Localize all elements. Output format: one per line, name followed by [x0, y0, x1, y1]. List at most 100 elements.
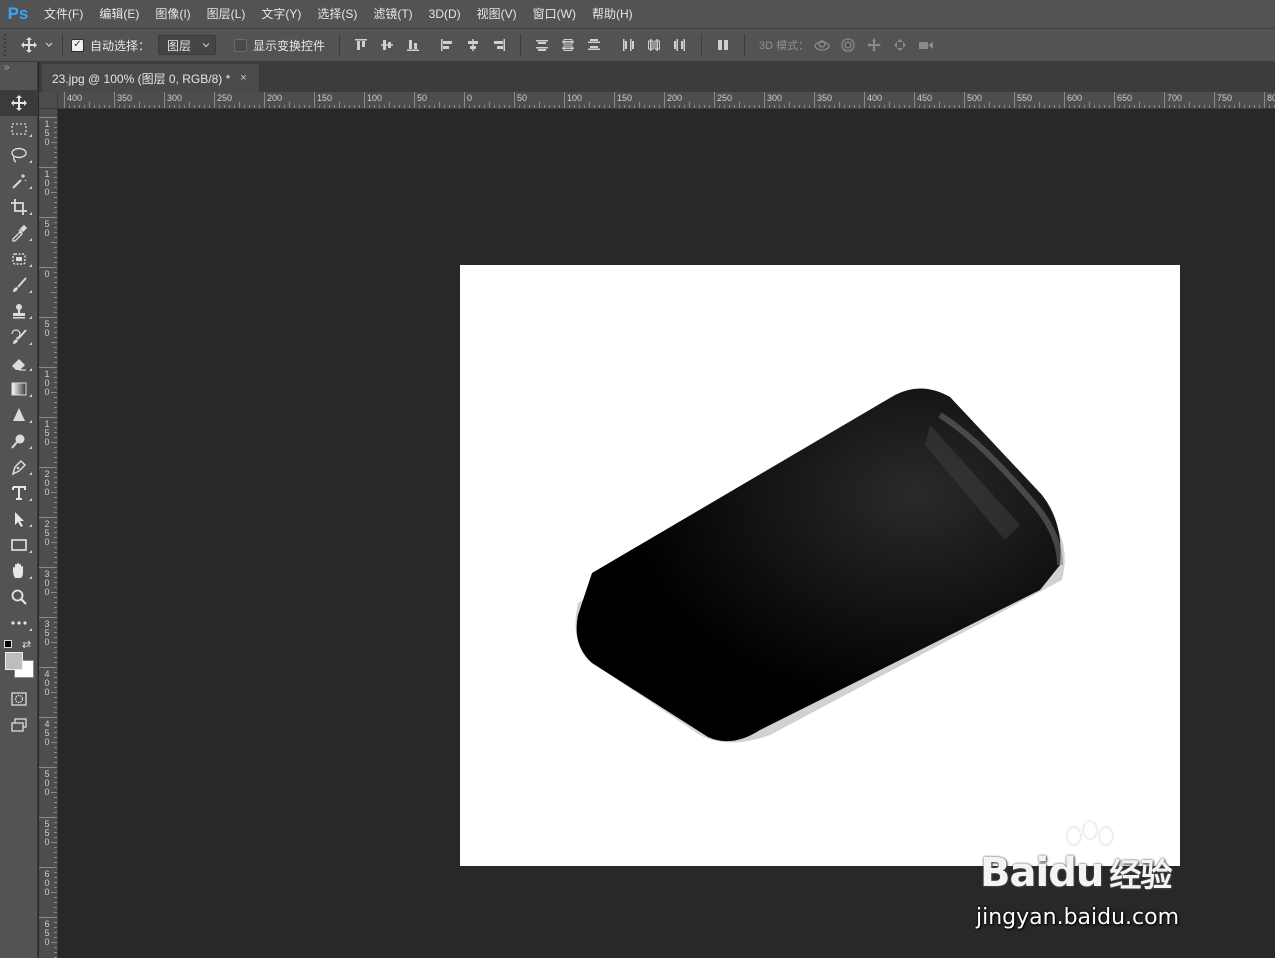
align-bottom-button[interactable]	[400, 33, 426, 57]
path-selection-tool[interactable]	[0, 506, 38, 532]
eraser-tool[interactable]	[0, 350, 38, 376]
align-right-button[interactable]	[486, 33, 512, 57]
distribute-horizontal-center-button[interactable]	[641, 33, 667, 57]
menu-3d[interactable]: 3D(D)	[421, 0, 469, 28]
menu-view[interactable]: 视图(V)	[469, 0, 525, 28]
show-transform-label: 显示变换控件	[253, 38, 326, 53]
more-tools[interactable]	[0, 610, 38, 636]
tool-preset-picker[interactable]	[20, 36, 54, 54]
3d-scale-button[interactable]	[913, 33, 939, 57]
menu-type[interactable]: 文字(Y)	[253, 0, 309, 28]
ruler-origin[interactable]	[39, 92, 58, 109]
ruler-label: 300	[767, 93, 783, 103]
ruler-label: 450	[44, 719, 50, 747]
distribute-vertical-center-button[interactable]	[555, 33, 581, 57]
screen-mode-icon	[11, 718, 27, 732]
ruler-minor-tick	[51, 892, 57, 893]
ruler-label: 650	[44, 919, 50, 947]
pen-icon	[11, 459, 27, 476]
type-tool[interactable]	[0, 480, 38, 506]
align-top-button[interactable]	[348, 33, 374, 57]
crop-tool[interactable]	[0, 194, 38, 220]
ruler-label: 200	[667, 93, 683, 103]
auto-select-checkbox[interactable]: ✓	[71, 38, 84, 52]
ruler-tick	[564, 92, 565, 108]
ruler-minor-tick	[51, 442, 57, 443]
eyedropper-tool[interactable]	[0, 220, 38, 246]
ruler-tick	[814, 92, 815, 108]
document-tab[interactable]: 23.jpg @ 100% (图层 0, RGB/8) * ×	[42, 64, 259, 92]
menu-edit[interactable]: 编辑(E)	[91, 0, 147, 28]
ruler-minor-tick	[51, 692, 57, 693]
menu-window[interactable]: 窗口(W)	[525, 0, 584, 28]
align-vertical-center-button[interactable]	[374, 33, 400, 57]
clone-stamp-tool[interactable]	[0, 298, 38, 324]
menu-filter[interactable]: 滤镜(T)	[365, 0, 420, 28]
arrow-pointer-icon	[15, 512, 24, 527]
swap-colors-icon[interactable]: ⇄	[22, 638, 31, 651]
3d-pan-button[interactable]	[861, 33, 887, 57]
ruler-label: 0	[467, 93, 473, 103]
lasso-tool[interactable]	[0, 142, 38, 168]
marquee-tool[interactable]	[0, 116, 38, 142]
align-horizontal-center-button[interactable]	[460, 33, 486, 57]
auto-align-layers-button[interactable]	[710, 33, 736, 57]
history-brush-tool[interactable]	[0, 324, 38, 350]
gradient-tool[interactable]	[0, 376, 38, 402]
auto-select-target-dropdown[interactable]: 图层	[158, 35, 217, 55]
zoom-tool[interactable]	[0, 584, 38, 610]
magic-wand-tool[interactable]	[0, 168, 38, 194]
dodge-tool[interactable]	[0, 428, 38, 454]
quick-mask-icon	[11, 692, 27, 706]
ruler-minor-tick	[51, 342, 57, 343]
align-left-button[interactable]	[434, 33, 460, 57]
menu-image[interactable]: 图像(I)	[147, 0, 198, 28]
ruler-minor-tick	[639, 102, 640, 108]
ruler-label: 250	[44, 519, 50, 547]
distribute-right-icon	[674, 39, 686, 51]
healing-brush-tool[interactable]	[0, 246, 38, 272]
distribute-top-button[interactable]	[529, 33, 555, 57]
menu-select[interactable]: 选择(S)	[309, 0, 365, 28]
ruler-tick	[39, 867, 57, 868]
document-canvas[interactable]	[460, 265, 1180, 866]
3d-roll-button[interactable]	[835, 33, 861, 57]
foreground-color-swatch[interactable]	[5, 652, 23, 670]
chevron-down-icon	[45, 42, 53, 47]
toolbar-collapse-icon[interactable]: »	[0, 62, 37, 90]
move-icon	[11, 95, 27, 111]
ruler-minor-tick	[51, 842, 57, 843]
ruler-minor-tick	[339, 102, 340, 108]
default-colors-icon[interactable]	[4, 640, 12, 648]
hand-tool[interactable]	[0, 558, 38, 584]
close-icon[interactable]: ×	[240, 72, 246, 84]
baidu-brand: Baidu 经验	[980, 850, 1172, 896]
menu-file[interactable]: 文件(F)	[36, 0, 91, 28]
ruler-label: 750	[1217, 93, 1233, 103]
show-transform-checkbox[interactable]	[234, 38, 248, 52]
brush-tool[interactable]	[0, 272, 38, 298]
options-grip[interactable]	[4, 34, 10, 56]
separator	[62, 34, 63, 56]
menu-help[interactable]: 帮助(H)	[584, 0, 641, 28]
ruler-minor-tick	[839, 102, 840, 108]
distribute-bottom-button[interactable]	[581, 33, 607, 57]
rectangle-tool[interactable]	[0, 532, 38, 558]
ruler-tick	[214, 92, 215, 108]
rectangular-marquee-icon	[11, 123, 27, 135]
move-tool[interactable]	[0, 90, 38, 116]
distribute-left-button[interactable]	[615, 33, 641, 57]
vertical-ruler[interactable]: 1501005005010015020025030035040045050055…	[39, 109, 58, 958]
pen-tool[interactable]	[0, 454, 38, 480]
ruler-label: 450	[917, 93, 933, 103]
blur-tool[interactable]	[0, 402, 38, 428]
3d-slide-button[interactable]	[887, 33, 913, 57]
quick-mask-button[interactable]	[0, 686, 38, 712]
auto-select-label: 自动选择：	[90, 38, 151, 53]
menu-layer[interactable]: 图层(L)	[199, 0, 254, 28]
screen-mode-button[interactable]	[0, 712, 38, 738]
ruler-label: 150	[617, 93, 633, 103]
3d-orbit-button[interactable]	[809, 33, 835, 57]
distribute-right-button[interactable]	[667, 33, 693, 57]
horizontal-ruler[interactable]: 400 350 300 250 200 150 100 50 0 50 100 150 200 250 30…	[58, 92, 1275, 109]
